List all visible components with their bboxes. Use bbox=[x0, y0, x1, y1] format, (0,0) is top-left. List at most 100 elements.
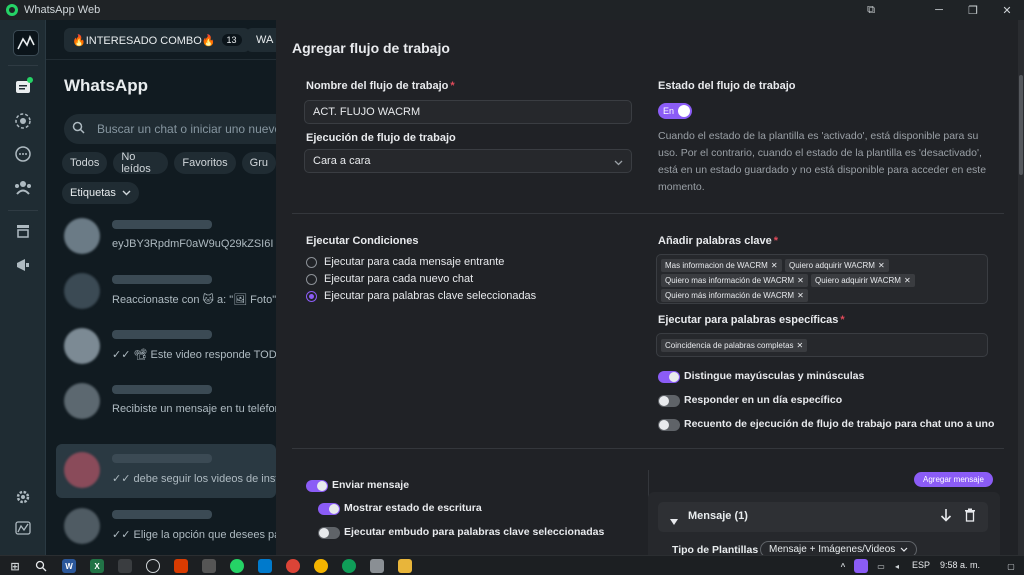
filter-no-leidos[interactable]: No leídos bbox=[113, 151, 169, 175]
app-icon[interactable] bbox=[146, 559, 160, 573]
trash-icon[interactable] bbox=[964, 508, 976, 527]
condition-keywords-radio[interactable]: Ejecutar para palabras clave seleccionad… bbox=[306, 290, 536, 302]
close-button[interactable]: ✕ bbox=[992, 0, 1022, 20]
add-message-button[interactable]: Agregar mensaje bbox=[914, 472, 993, 487]
chat-snippet: Recibiste un mensaje en tu teléfono bbox=[112, 403, 282, 415]
chat-row[interactable]: Reaccionaste con 🐱 a: "🖼 Foto" bbox=[56, 265, 276, 319]
vscode-icon[interactable] bbox=[258, 559, 272, 573]
battery-icon[interactable]: ▭ bbox=[874, 559, 888, 573]
windows-start-icon[interactable]: ⊞ bbox=[8, 559, 22, 573]
chevron-up-icon[interactable]: ^ bbox=[836, 559, 850, 573]
avatar bbox=[64, 508, 100, 544]
condition-new-chat-radio[interactable]: Ejecutar para cada nuevo chat bbox=[306, 273, 473, 285]
labels-dropdown-label: Etiquetas bbox=[70, 187, 116, 199]
chat-row[interactable]: Recibiste un mensaje en tu teléfono bbox=[56, 375, 282, 429]
filter-grupos[interactable]: Gru bbox=[241, 152, 276, 174]
close-icon[interactable]: ✕ bbox=[904, 276, 911, 285]
whatsapp-icon[interactable] bbox=[230, 559, 244, 573]
arrow-down-icon[interactable] bbox=[940, 508, 952, 527]
message-header[interactable]: Mensaje (1) bbox=[658, 502, 988, 532]
chat-list-title: WhatsApp bbox=[64, 76, 149, 95]
close-icon[interactable]: ✕ bbox=[797, 341, 804, 350]
restore-button[interactable]: ❐ bbox=[958, 0, 988, 20]
workflow-state-toggle[interactable]: En bbox=[658, 103, 692, 119]
typing-state-toggle[interactable] bbox=[318, 503, 340, 515]
app-icon[interactable] bbox=[202, 559, 216, 573]
chevron-down-icon bbox=[614, 157, 623, 169]
tab-count-badge: 13 bbox=[221, 34, 242, 46]
app-icon[interactable] bbox=[118, 559, 132, 573]
radio-label: Ejecutar para cada mensaje entrante bbox=[324, 256, 505, 268]
chat-row[interactable]: ✓✓ Elige la opción que desees para bbox=[56, 500, 282, 554]
chrome-icon[interactable] bbox=[314, 559, 328, 573]
pen-icon[interactable] bbox=[854, 559, 868, 573]
speaker-icon[interactable]: ◂ bbox=[890, 559, 904, 573]
chats-icon[interactable] bbox=[10, 74, 36, 100]
excel-icon[interactable]: X bbox=[90, 559, 104, 573]
avatar bbox=[64, 383, 100, 419]
execution-count-label: Recuento de ejecución de flujo de trabaj… bbox=[684, 418, 995, 430]
workflow-name-value: ACT. FLUJO WACRM bbox=[313, 106, 421, 118]
wacrm-icon[interactable] bbox=[10, 516, 36, 542]
edge-icon[interactable] bbox=[342, 559, 356, 573]
status-icon[interactable] bbox=[10, 108, 36, 134]
minimize-button[interactable]: ─ bbox=[924, 0, 954, 20]
store-icon[interactable] bbox=[10, 218, 36, 244]
funnel-toggle[interactable] bbox=[318, 527, 340, 539]
keywords-label: Añadir palabras clave * bbox=[658, 235, 779, 247]
megaphone-icon[interactable] bbox=[10, 252, 36, 278]
chat-row-selected[interactable]: ✓✓ debe seguir los videos de instal bbox=[56, 444, 282, 498]
chevron-down-icon bbox=[122, 187, 131, 199]
nav-rail bbox=[0, 20, 46, 555]
extension-icon[interactable]: ⧉ bbox=[856, 0, 886, 20]
clock[interactable]: 9:58 a. m. bbox=[940, 560, 980, 570]
contact-name-blurred bbox=[112, 220, 212, 229]
close-icon[interactable]: ✕ bbox=[771, 261, 778, 270]
notifications-icon[interactable]: ▢ bbox=[1004, 559, 1018, 573]
window-titlebar: WhatsApp Web ⧉ ─ ❐ ✕ bbox=[0, 0, 1024, 20]
scrollbar-thumb[interactable] bbox=[1019, 75, 1023, 175]
word-icon[interactable]: W bbox=[62, 559, 76, 573]
folder-icon[interactable] bbox=[398, 559, 412, 573]
tab-interesado-combo[interactable]: 🔥INTERESADO COMBO🔥 13 bbox=[64, 28, 250, 52]
execution-count-toggle[interactable] bbox=[658, 419, 680, 431]
radio-label: Ejecutar para palabras clave seleccionad… bbox=[324, 290, 537, 302]
panel-scrollbar[interactable] bbox=[1018, 20, 1024, 555]
communities-icon[interactable] bbox=[10, 174, 36, 200]
caret-down-icon bbox=[670, 512, 678, 530]
chat-row[interactable]: eyJBY3RpdmF0aW9uQ29kZSI6I bbox=[56, 210, 276, 264]
close-icon[interactable]: ✕ bbox=[878, 261, 885, 270]
channels-icon[interactable] bbox=[10, 141, 36, 167]
condition-every-message-radio[interactable]: Ejecutar para cada mensaje entrante bbox=[306, 256, 504, 268]
execution-label: Ejecución de flujo de trabajo bbox=[306, 132, 456, 144]
language-indicator[interactable]: ESP bbox=[912, 560, 930, 570]
specific-words-input[interactable]: Coincidencia de palabras completas ✕ bbox=[656, 333, 988, 357]
filter-favoritos[interactable]: Favoritos bbox=[174, 152, 236, 174]
close-icon[interactable]: ✕ bbox=[797, 276, 804, 285]
contact-name-blurred bbox=[112, 385, 212, 394]
chrome-icon[interactable] bbox=[286, 559, 300, 573]
keyword-tag: Coincidencia de palabras completas ✕ bbox=[661, 339, 808, 352]
case-sensitive-toggle[interactable] bbox=[658, 371, 680, 383]
notepad-icon[interactable] bbox=[370, 559, 384, 573]
filter-todos[interactable]: Todos bbox=[62, 152, 108, 174]
app-logo[interactable] bbox=[13, 30, 39, 56]
specific-day-toggle[interactable] bbox=[658, 395, 680, 407]
avatar bbox=[64, 452, 100, 488]
funnel-label: Ejecutar embudo para palabras clave sele… bbox=[344, 526, 605, 538]
window-title: WhatsApp Web bbox=[24, 4, 101, 16]
labels-dropdown[interactable]: Etiquetas bbox=[62, 182, 139, 204]
chat-row[interactable]: ✓✓ 📽 Este video responde TODO bbox=[56, 320, 282, 374]
execution-select[interactable]: Cara a cara bbox=[304, 149, 632, 173]
settings-icon[interactable] bbox=[10, 484, 36, 510]
message-title: Mensaje (1) bbox=[688, 510, 748, 522]
radio-label: Ejecutar para cada nuevo chat bbox=[324, 273, 474, 285]
contact-name-blurred bbox=[112, 510, 212, 519]
send-message-toggle[interactable] bbox=[306, 480, 328, 492]
keywords-input[interactable]: Mas informacion de WACRM ✕ Quiero adquiri… bbox=[656, 254, 988, 304]
search-icon[interactable] bbox=[34, 559, 48, 573]
app-icon[interactable] bbox=[174, 559, 188, 573]
search-input[interactable]: Buscar un chat o iniciar uno nuevo bbox=[64, 114, 304, 144]
close-icon[interactable]: ✕ bbox=[797, 291, 804, 300]
workflow-name-input[interactable]: ACT. FLUJO WACRM bbox=[304, 100, 632, 124]
